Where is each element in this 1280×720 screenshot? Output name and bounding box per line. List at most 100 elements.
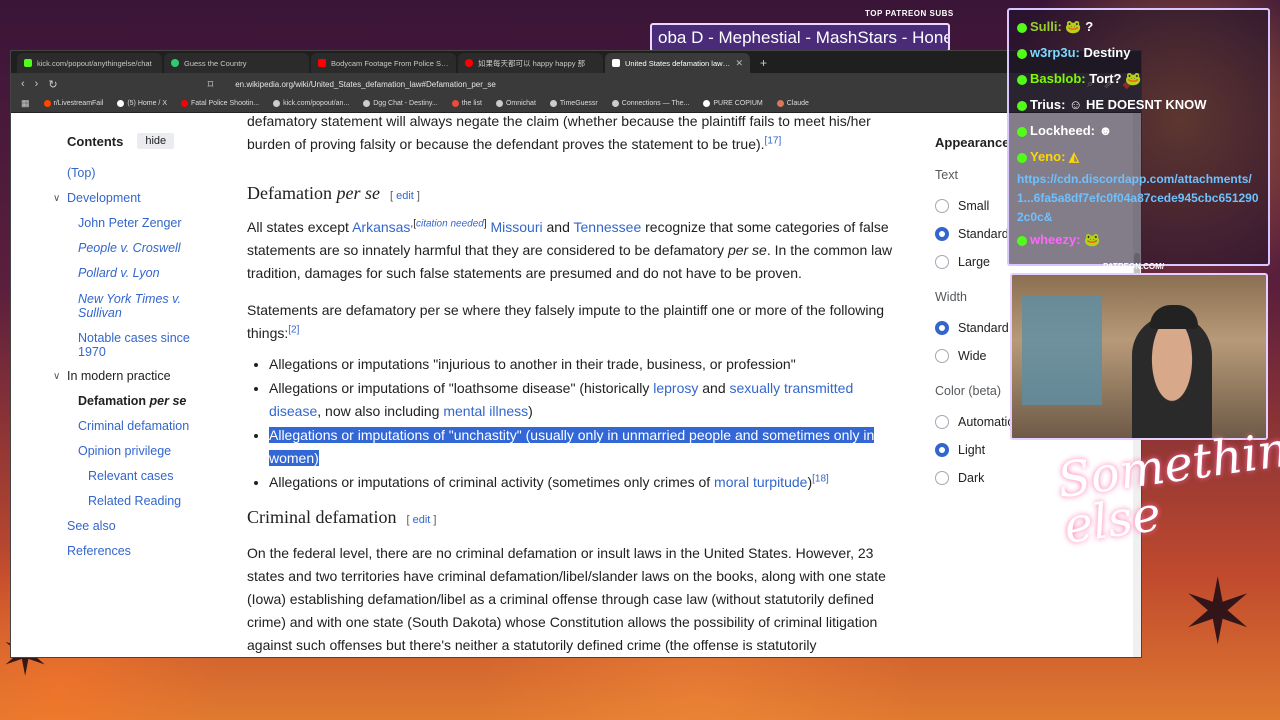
chat-badge-icon (1017, 100, 1027, 111)
close-tab-icon[interactable]: ✕ (735, 58, 743, 69)
radio-icon[interactable] (935, 199, 949, 213)
tab-favicon-icon (24, 59, 32, 67)
toc-subitem[interactable]: New York Times v. Sullivan (67, 286, 217, 325)
bookmark-item[interactable]: Claude (776, 100, 809, 107)
browser-tab[interactable]: kick.com/popout/anythingelse/chat (17, 53, 162, 73)
chat-badge-icon (1017, 74, 1027, 85)
toc-subitem[interactable]: Pollard v. Lyon (67, 261, 217, 286)
paragraph: Statements are defamatory per se where t… (247, 302, 885, 341)
bookmark-favicon-icon (549, 100, 557, 107)
list-item: Allegations or imputations of "loathsome… (269, 377, 897, 423)
radio-icon[interactable] (935, 255, 949, 269)
toc-subitem[interactable]: Criminal defamation (67, 414, 217, 439)
frog-emote-icon: 🐸 (1084, 232, 1101, 247)
tab-title: Bodycam Footage From Police Shooting (331, 58, 449, 68)
tab-favicon-icon (318, 59, 326, 67)
apps-grid-icon[interactable]: ▦ (21, 98, 30, 109)
toc-item-references[interactable]: References (67, 539, 217, 564)
toc-item-modern-practice[interactable]: ∨ In modern practice (53, 364, 217, 389)
link-missouri[interactable]: Missouri (491, 219, 543, 235)
toc-subitem[interactable]: John Peter Zenger (67, 211, 217, 236)
selected-text[interactable]: Allegations or imputations of "unchastit… (269, 427, 875, 466)
link-tennessee[interactable]: Tennessee (574, 219, 642, 235)
reload-icon[interactable]: ↻ (48, 78, 57, 91)
section-heading-criminal-defamation: Criminal defamation [ edit ] (247, 506, 897, 532)
radio-icon[interactable] (935, 415, 949, 429)
bookmark-favicon-icon (363, 100, 371, 107)
link-leprosy[interactable]: leprosy (653, 380, 698, 396)
bookmark-item[interactable]: Dgg Chat - Destiny... (363, 100, 438, 107)
tab-favicon-icon (171, 59, 179, 67)
reference-link[interactable]: [18] (812, 473, 829, 484)
per-se-list: Allegations or imputations "injurious to… (269, 353, 897, 494)
browser-tab[interactable]: Bodycam Footage From Police Shooting (311, 53, 456, 73)
browser-tab[interactable]: Guess the Country (164, 53, 309, 73)
browser-tab[interactable]: 如果每天都可以 happy happy 那 (458, 53, 603, 73)
bookmark-item[interactable]: PURE COPIUM (703, 100, 763, 107)
reference-link[interactable]: [2] (288, 324, 299, 335)
bookmark-item[interactable]: the list (451, 100, 482, 107)
toc-hide-button[interactable]: hide (137, 133, 175, 149)
chat-badge-icon (1017, 126, 1027, 137)
edit-section-link[interactable]: [ edit ] (390, 185, 420, 208)
tab-title: Guess the Country (184, 58, 247, 68)
toc-subitem[interactable]: Opinion privilege (67, 439, 217, 464)
heading-text: Defamation per se (247, 183, 380, 203)
chat-link[interactable]: https://cdn.discordapp.com/attachments/1… (1017, 170, 1260, 227)
link-mental-illness[interactable]: mental illness (443, 403, 528, 419)
face-emote-icon: ☺ (1069, 97, 1083, 112)
bookmark-item[interactable]: Connections — The... (611, 100, 689, 107)
address-bar: ‹ › ↻ ⌑ en.wikipedia.org/wiki/United_Sta… (11, 73, 1141, 95)
link-arkansas[interactable]: Arkansas (352, 219, 410, 235)
toc-subsubitem[interactable]: Related Reading (67, 489, 217, 514)
chat-message: Lockheed: ☻ (1017, 118, 1260, 144)
bookmark-favicon-icon (495, 100, 503, 107)
streamer (1132, 315, 1212, 438)
chat-badge-icon (1017, 152, 1027, 163)
bookmark-item[interactable]: Fatal Police Shootin... (181, 100, 259, 107)
citation-needed-link[interactable]: citation needed (416, 218, 484, 229)
forward-icon[interactable]: › (35, 78, 39, 90)
toc-item-current[interactable]: Defamation per se (67, 389, 217, 414)
toc-subitem[interactable]: People v. Croswell (67, 236, 217, 261)
new-tab-button[interactable]: + (752, 56, 775, 73)
bookmark-item[interactable]: r/LivestreamFail (43, 100, 103, 107)
article-content: defamatory statement will always negate … (247, 113, 897, 657)
tab-title: United States defamation law - W (625, 58, 731, 68)
toc-header: Contents hide (67, 133, 217, 149)
toc-title: Contents (67, 133, 124, 149)
link-moral-turpitude[interactable]: moral turpitude (714, 474, 807, 490)
bookmark-icon[interactable]: ⌑ (208, 78, 214, 91)
patreon-ticker: oba D - Mephestial - MashStars - Hone (650, 23, 950, 52)
radio-icon[interactable] (935, 349, 949, 363)
browser-tab-active[interactable]: United States defamation law - W ✕ (605, 53, 750, 73)
bookmark-item[interactable]: kick.com/popout/an... (273, 100, 349, 107)
chat-badge-icon (1017, 235, 1027, 246)
claude-icon (776, 100, 784, 107)
radio-checked-icon[interactable] (935, 321, 949, 335)
edit-section-link[interactable]: [ edit ] (406, 509, 436, 532)
reference-link[interactable]: [17] (765, 135, 782, 146)
toc-subitem[interactable]: Notable cases since 1970 (67, 325, 217, 364)
toc-item-see-also[interactable]: See also (67, 514, 217, 539)
wiki-page: Contents hide (Top) ∨ Development John Pe… (11, 113, 1141, 657)
radio-checked-icon[interactable] (935, 227, 949, 241)
chat-message: wheezy: 🐸 (1017, 227, 1260, 253)
chevron-down-icon[interactable]: ∨ (53, 186, 60, 211)
url-input[interactable]: en.wikipedia.org/wiki/United_States_defa… (235, 80, 1077, 89)
list-item: Allegations or imputations "injurious to… (269, 353, 897, 376)
radio-checked-icon[interactable] (935, 443, 949, 457)
back-icon[interactable]: ‹ (21, 78, 25, 90)
toc-item-top[interactable]: (Top) (67, 161, 217, 186)
radio-icon[interactable] (935, 471, 949, 485)
bookmark-item[interactable]: TimeGuessr (549, 100, 598, 107)
tab-title: kick.com/popout/anythingelse/chat (37, 58, 152, 68)
toc-item-development[interactable]: ∨ Development (53, 186, 217, 211)
bookmark-item[interactable]: Omnichat (495, 100, 536, 107)
chevron-down-icon[interactable]: ∨ (53, 364, 60, 389)
chat-message: w3rp3u: Destiny (1017, 40, 1260, 66)
tab-strip: kick.com/popout/anythingelse/chat Guess … (11, 51, 1141, 73)
bookmark-item[interactable]: (5) Home / X (117, 100, 167, 107)
toc-subsubitem[interactable]: Relevant cases (67, 464, 217, 489)
list-item: Allegations or imputations of criminal a… (269, 471, 897, 494)
